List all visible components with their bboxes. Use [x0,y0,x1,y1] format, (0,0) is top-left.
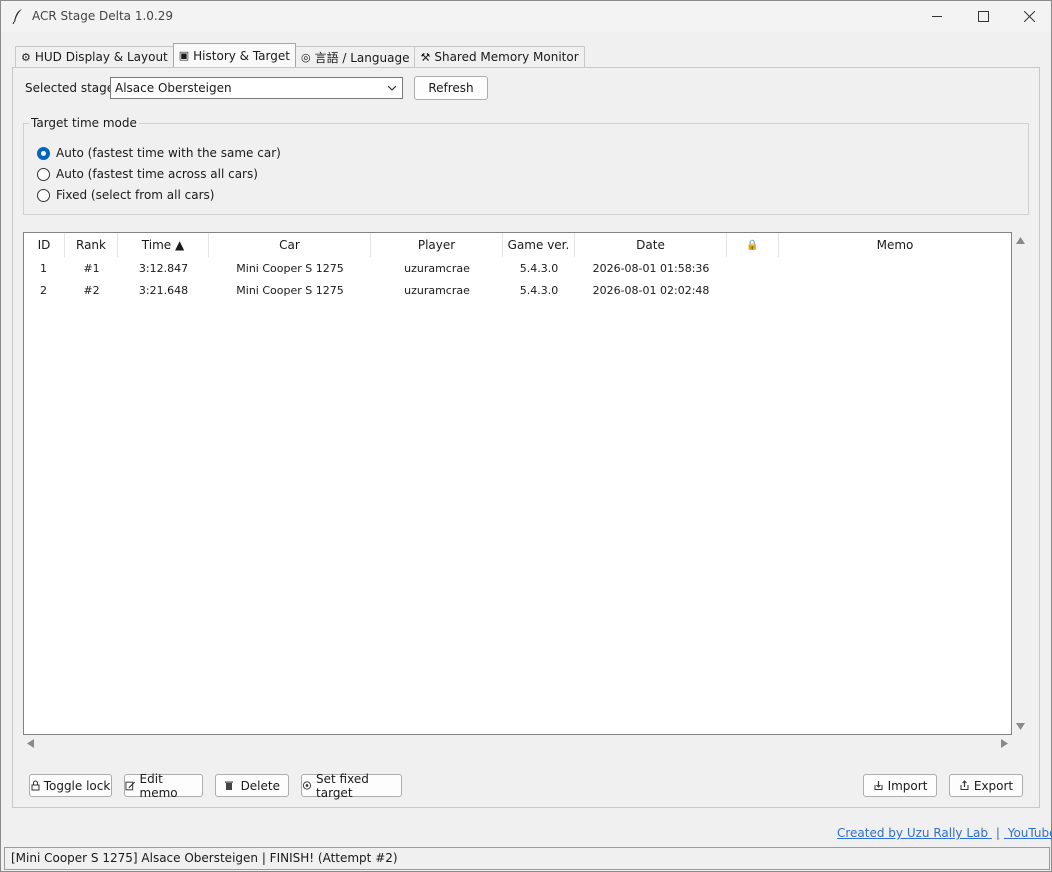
cell-car: Mini Cooper S 1275 [236,261,344,275]
chevron-down-icon [387,85,397,91]
tab-history-target[interactable]: ▣ History & Target [172,43,296,67]
maximize-button[interactable] [960,1,1006,32]
radio-button[interactable] [37,167,50,181]
tab-language[interactable]: ◎ 言語 / Language [294,46,416,67]
column-header-time[interactable]: Time ▲ [118,233,209,257]
status-bar: [Mini Cooper S 1275] Alsace Obersteigen … [4,847,1050,870]
radio-fixed[interactable]: Fixed (select from all cars) [37,188,214,202]
cell-memo [779,279,1011,301]
tab-shared-memory-monitor[interactable]: ⚒ Shared Memory Monitor [414,46,585,67]
wrench-icon: ⚒ [420,50,431,64]
table-row[interactable]: 2 #2 3:21.648 Mini Cooper S 1275 uzuramc… [24,279,1011,301]
stage-select[interactable]: Alsace Obersteigen [110,77,403,99]
stage-select-value: Alsace Obersteigen [115,81,232,95]
import-label: Import [887,778,928,793]
set-fixed-target-button[interactable]: Set fixed target [301,771,402,800]
delete-label: Delete [240,778,280,793]
credits-links: Created by Uzu Rally Lab | YouTube [837,826,1052,840]
table-row[interactable]: 1 #1 3:12.847 Mini Cooper S 1275 uzuramc… [24,257,1011,279]
save-icon: ▣ [178,49,190,62]
cell-lock [727,279,779,301]
radio-label: Auto (fastest time across all cars) [56,167,258,181]
tab-hud-display-layout[interactable]: ⚙ HUD Display & Layout [15,46,174,67]
cell-lock [727,257,779,279]
column-header-id[interactable]: ID [24,233,65,257]
edit-icon [125,781,135,791]
cell-id: 2 [40,283,47,297]
cell-player: uzuramcrae [404,283,470,297]
maximize-icon [977,11,989,22]
refresh-button[interactable]: Refresh [414,76,488,100]
trash-icon [225,781,233,790]
history-table[interactable]: ID Rank Time ▲ Car Player Game ver. Date… [23,232,1012,735]
close-button[interactable] [1006,1,1052,32]
set-fixed-target-label: Set fixed target [316,771,369,800]
export-icon [960,780,969,790]
column-header-game-version[interactable]: Game ver. [503,233,575,257]
column-header-lock[interactable]: 🔒 [727,233,779,257]
tab-label: History & Target [193,48,290,63]
cell-player: uzuramcrae [404,261,470,275]
radio-label: Auto (fastest time with the same car) [56,146,281,160]
tab-label: HUD Display & Layout [34,50,168,64]
cell-rank: #2 [83,283,100,297]
cell-date: 2026-08-01 02:02:48 [592,283,710,297]
stage-label: Selected stage: [25,81,119,95]
delete-button[interactable]: Delete [215,774,289,797]
radio-auto-all-cars[interactable]: Auto (fastest time across all cars) [37,167,258,181]
feather-icon [12,9,22,24]
radio-auto-same-car[interactable]: Auto (fastest time with the same car) [37,146,281,160]
column-header-memo[interactable]: Memo [779,233,1011,257]
radio-button[interactable] [37,188,50,202]
radio-button-selected[interactable] [37,146,50,160]
column-header-rank[interactable]: Rank [65,233,118,257]
column-header-date[interactable]: Date [575,233,727,257]
tab-bar: ⚙ HUD Display & Layout ▣ History & Targe… [15,43,585,67]
cell-memo [779,257,1011,279]
target-mode-title: Target time mode [29,116,139,130]
column-header-car[interactable]: Car [209,233,371,257]
lock-icon [31,780,40,791]
cell-game-version: 5.4.3.0 [519,261,559,275]
cell-game-version: 5.4.3.0 [519,283,559,297]
horizontal-scrollbar[interactable] [23,737,1012,751]
export-button[interactable]: Export [949,774,1023,797]
scroll-down-icon[interactable] [1016,723,1025,730]
tab-label: Shared Memory Monitor [434,50,579,64]
scroll-up-icon[interactable] [1016,237,1025,244]
window-title: ACR Stage Delta 1.0.29 [32,9,174,23]
cell-time: 3:21.648 [138,283,189,297]
app-window: ACR Stage Delta 1.0.29 ⚙ HUD Display & L… [0,0,1052,872]
minimize-button[interactable] [914,1,960,32]
radio-label: Fixed (select from all cars) [56,188,215,202]
import-button[interactable]: Import [863,774,937,797]
scroll-left-icon[interactable] [27,739,34,748]
toggle-lock-label: Toggle lock [43,778,111,793]
cell-date: 2026-08-01 01:58:36 [592,261,710,275]
scroll-right-icon[interactable] [1001,739,1008,748]
target-icon [302,781,312,790]
credits-separator: | [995,826,1000,840]
globe-icon: ◎ [300,50,311,64]
edit-memo-label: Edit memo [139,771,178,800]
tab-label: 言語 / Language [314,50,410,65]
cell-time: 3:12.847 [138,261,189,275]
minimize-icon [931,16,942,17]
youtube-link[interactable]: YouTube [1008,826,1052,840]
vertical-scrollbar[interactable] [1013,233,1028,735]
import-icon [874,781,883,790]
title-bar: ACR Stage Delta 1.0.29 [1,1,1051,32]
edit-memo-button[interactable]: Edit memo [124,771,203,800]
export-label: Export [973,778,1014,793]
table-header: ID Rank Time ▲ Car Player Game ver. Date… [24,233,1011,257]
gear-icon: ⚙ [21,50,31,64]
cell-rank: #1 [83,261,100,275]
cell-id: 1 [40,261,47,275]
toggle-lock-button[interactable]: Toggle lock [29,774,112,797]
close-icon [1023,11,1035,22]
cell-car: Mini Cooper S 1275 [236,283,344,297]
column-header-player[interactable]: Player [371,233,503,257]
created-by-link[interactable]: Created by Uzu Rally Lab [837,826,988,840]
